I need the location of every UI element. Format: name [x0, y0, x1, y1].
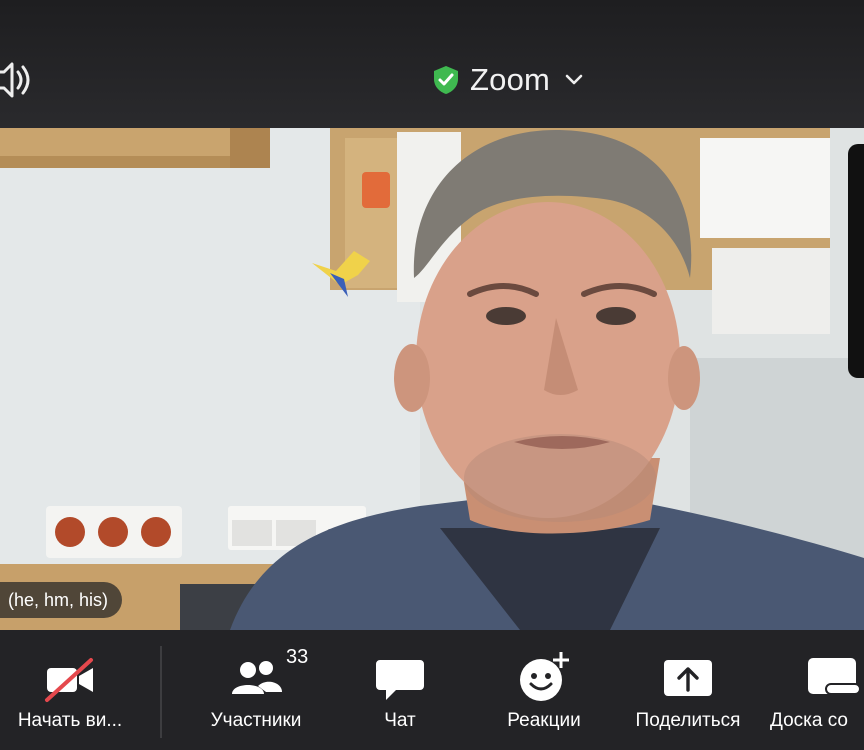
share-label: Поделиться: [635, 710, 741, 731]
start-video-button[interactable]: Начать ви...: [0, 642, 140, 742]
reactions-button[interactable]: Реакции: [494, 642, 594, 742]
participant-video[interactable]: [0, 128, 864, 630]
participant-name-tag: (he, hm, his): [0, 582, 123, 618]
video-frame-image: [0, 128, 864, 630]
video-off-icon: [45, 658, 93, 702]
participants-icon: [232, 661, 282, 694]
chevron-down-icon[interactable]: [564, 73, 584, 87]
top-bar: Zoom: [0, 0, 864, 128]
whiteboard-button[interactable]: Доска со: [766, 642, 864, 742]
chat-label: Чат: [384, 710, 416, 731]
app-title: Zoom: [470, 62, 551, 97]
side-panel-handle[interactable]: [848, 144, 864, 378]
share-button[interactable]: Поделиться: [624, 642, 752, 742]
chat-icon: [376, 660, 424, 700]
reactions-label: Реакции: [507, 710, 581, 731]
toolbar-divider: [160, 646, 162, 738]
share-icon: [664, 660, 712, 696]
shield-check-icon: [434, 66, 458, 94]
participants-label: Участники: [210, 710, 302, 731]
chat-button[interactable]: Чат: [352, 642, 448, 742]
speaker-icon[interactable]: [0, 58, 34, 102]
whiteboard-icon: [808, 658, 861, 695]
participant-name-text: (he, hm, his): [8, 589, 109, 610]
participants-button[interactable]: 33 Участники: [196, 642, 316, 742]
participants-count-badge: 33: [286, 646, 309, 668]
meeting-title-menu[interactable]: Zoom: [432, 58, 584, 102]
reaction-icon: [520, 652, 569, 701]
whiteboard-label: Доска со: [770, 710, 849, 731]
start-video-label: Начать ви...: [17, 710, 123, 731]
